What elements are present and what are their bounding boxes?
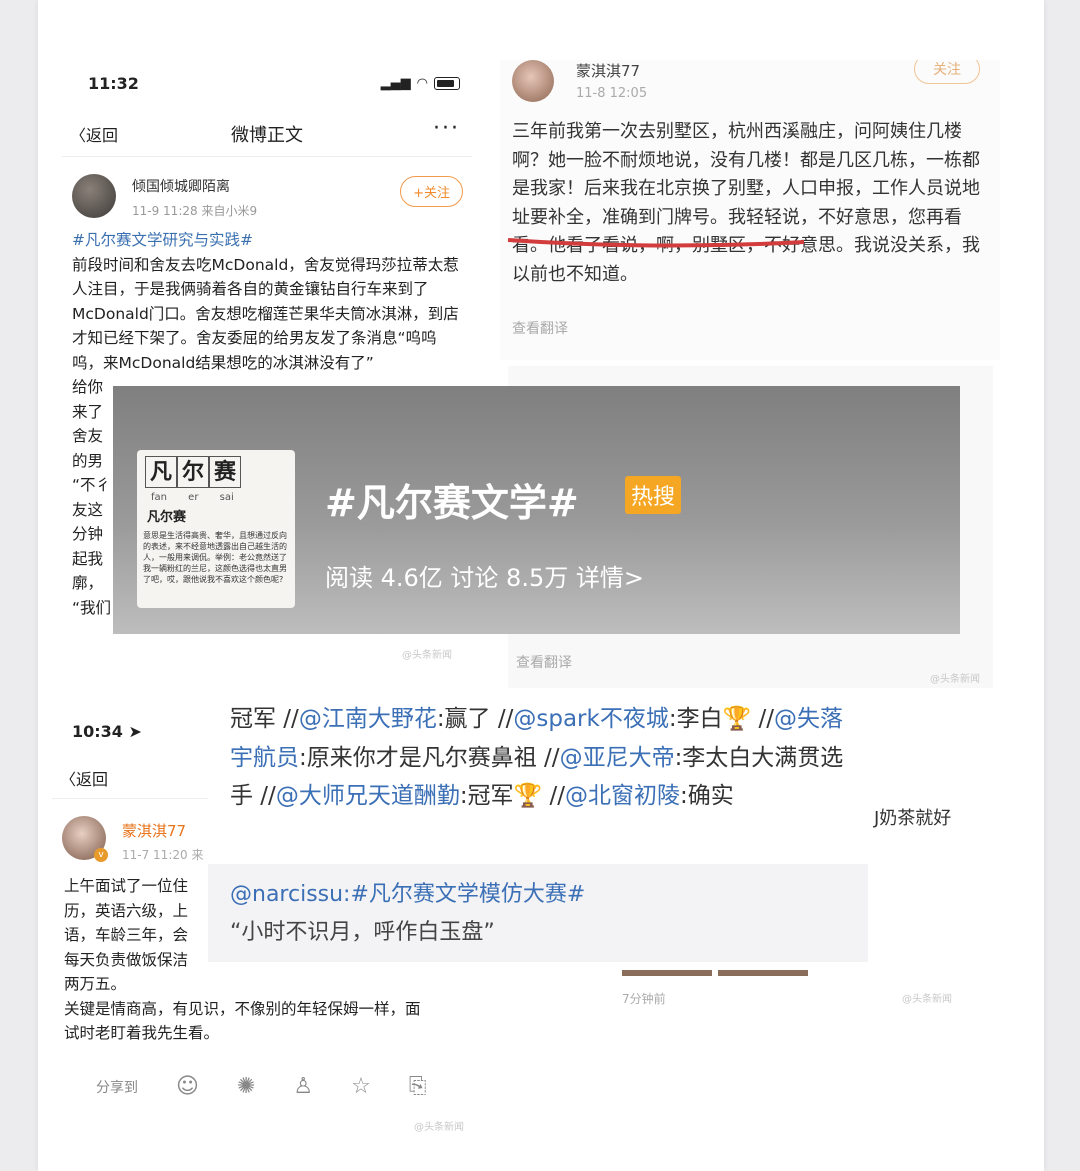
post-text-line: 关键是情商高，有见识，不像别的年轻保姆一样，面: [64, 999, 421, 1018]
chevron-left-icon: 〈: [60, 770, 77, 789]
thumbnail-strip: [718, 970, 808, 976]
watermark: @头条新闻: [402, 650, 452, 661]
repost-icon[interactable]: ⎘: [409, 1074, 427, 1099]
card-definition: 意思是生活得高贵、奢华，且想通过反向的表述，来不经意地透露出自己越生活的人，一般…: [143, 531, 287, 584]
post-time-fragment: 7分钟前: [622, 992, 666, 1006]
hot-topic-banner[interactable]: 凡 尔 赛 fan er sai 凡尔赛 意思是生活得高贵、奢华，且想通过反向的…: [113, 386, 960, 634]
mention-link[interactable]: @大师兄天道酬勤: [276, 783, 460, 809]
card-pinyin: fan er sai: [151, 492, 234, 503]
post-header: 倾国倾城卿陌离 11-9 11:28 来自小米9 +关注: [72, 172, 467, 232]
watermark: @头条新闻: [930, 674, 980, 685]
nav-bar: 〈返回 微博正文 ···: [62, 110, 472, 157]
status-time-text: 10:34: [72, 722, 123, 741]
status-time: 11:32: [88, 74, 139, 93]
follow-button[interactable]: 关注: [914, 60, 980, 84]
battery-icon: [434, 77, 460, 90]
post-text-line: 两万五。: [64, 975, 127, 993]
repost-comments: 冠军 //@江南大野花:赢了 //@spark不夜城:李白🏆 //@失落宇航员:…: [208, 690, 868, 860]
quoted-post[interactable]: @narcissu:#凡尔赛文学模仿大赛# “小时不识月，呼作白玉盘”: [208, 864, 868, 962]
mention-link[interactable]: @亚尼大帝: [560, 745, 675, 771]
post-meta: 11-9 11:28 来自小米9: [132, 204, 258, 218]
verified-badge-icon: v: [94, 848, 108, 862]
location-arrow-icon: ➤: [128, 722, 142, 741]
cropped-text-fragment: J奶茶就好: [874, 808, 952, 829]
moments-icon[interactable]: ✺: [237, 1074, 255, 1099]
translate-link[interactable]: 查看翻译: [516, 652, 572, 672]
poster-name[interactable]: 蒙淇淇77: [122, 820, 186, 841]
translate-link[interactable]: 查看翻译: [512, 318, 568, 338]
status-bar: 11:32 ▂▄▆ ◠: [62, 62, 472, 106]
share-label: 分享到: [96, 1079, 138, 1096]
poster-name[interactable]: 倾国倾城卿陌离: [132, 176, 230, 196]
signal-icon: ▂▄▆: [380, 76, 411, 91]
comment-text: :李白🏆 //: [668, 706, 775, 732]
card-char: 赛: [209, 456, 241, 488]
comment-thread: 冠军 //@江南大野花:赢了 //@spark不夜城:李白🏆 //@失落宇航员:…: [230, 700, 850, 816]
watermark: @头条新闻: [414, 1122, 464, 1133]
follow-button[interactable]: +关注: [400, 176, 463, 207]
poster-name[interactable]: 蒙淇淇77: [576, 60, 640, 81]
nav-title: 微博正文: [231, 125, 303, 146]
collage-page: 11:32 ▂▄▆ ◠ 〈返回 微博正文 ··· 倾国倾城卿陌离 11-9 11…: [0, 0, 1080, 1171]
thumbnail-strip: [622, 970, 712, 976]
status-time: 10:34 ➤: [72, 722, 142, 741]
topic-stats[interactable]: 阅读 4.6亿 讨论 8.5万 详情>: [325, 558, 644, 593]
card-char: 凡: [145, 456, 177, 488]
mention-link[interactable]: @spark不夜城: [513, 706, 668, 732]
weibo-post-screenshot-2: 蒙淇淇77 11-8 12:05 关注 三年前我第一次去别墅区，杭州西溪融庄，问…: [500, 60, 1000, 360]
quoted-text: “小时不识月，呼作白玉盘”: [230, 920, 495, 945]
status-icons: ▂▄▆ ◠: [381, 76, 460, 91]
share-row: 分享到 ☺ ✺ ♙ ☆ ⎘: [96, 1074, 426, 1099]
mention-link[interactable]: @江南大野花: [299, 706, 437, 732]
comment-text: :赢了 //: [436, 706, 514, 732]
qq-icon[interactable]: ♙: [293, 1074, 313, 1099]
watermark: @头条新闻: [902, 994, 952, 1005]
comment-text: :原来你才是凡尔赛鼻祖 //: [299, 744, 560, 771]
back-button[interactable]: 〈返回: [60, 766, 108, 790]
qzone-icon[interactable]: ☆: [351, 1074, 371, 1099]
comment-text: :冠军🏆 //: [459, 783, 566, 809]
card-char: 尔: [177, 456, 209, 488]
comment-text: :确实: [680, 783, 734, 809]
more-button[interactable]: ···: [433, 116, 460, 141]
hashtag-link[interactable]: #凡尔赛文学研究与实践#: [72, 228, 464, 253]
post-text-line: 试时老盯着我先生看。: [64, 1024, 220, 1042]
dictionary-card: 凡 尔 赛 fan er sai 凡尔赛 意思是生活得高贵、奢华，且想通过反向的…: [137, 450, 295, 608]
post-text: 前段时间和舍友去吃McDonald，舍友觉得玛莎拉蒂太惹人注目，于是我俩骑着各自…: [72, 255, 459, 372]
back-label: 返回: [76, 770, 109, 789]
quoted-author-hashtag[interactable]: @narcissu:#凡尔赛文学模仿大赛#: [230, 876, 585, 908]
post-text: 三年前我第一次去别墅区，杭州西溪融庄，问阿姨住几楼啊？她一脸不耐烦地说，没有几楼…: [512, 121, 980, 285]
wechat-icon[interactable]: ☺: [176, 1074, 199, 1099]
red-underline: [507, 238, 805, 248]
mention-link[interactable]: @北窗初陵: [565, 783, 680, 809]
topic-title[interactable]: #凡尔赛文学#: [325, 472, 579, 527]
comment-text: 冠军 //: [230, 706, 299, 732]
wifi-icon: ◠: [416, 76, 428, 91]
post-meta: 11-7 11:20 来: [122, 848, 204, 862]
avatar[interactable]: [512, 60, 554, 102]
card-word: 凡尔赛: [147, 510, 187, 525]
card-title-chars: 凡 尔 赛: [145, 456, 241, 488]
post-time: 11-8 12:05: [576, 86, 648, 101]
avatar[interactable]: [72, 174, 116, 218]
hot-badge: 热搜: [625, 476, 682, 514]
